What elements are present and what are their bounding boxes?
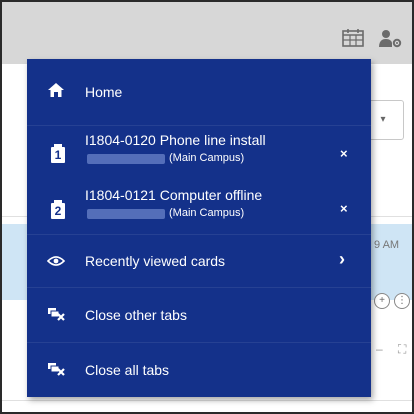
user-settings-icon[interactable] <box>378 29 402 54</box>
chevron-right-icon: › <box>339 249 345 269</box>
home-icon <box>47 82 65 103</box>
menu-item-tab-2[interactable]: 2 I1804-0121 Computer offline (Main Camp… <box>27 180 371 234</box>
expand-icon[interactable]: ⛶ <box>398 342 406 357</box>
top-bar <box>2 2 412 64</box>
tab-2-campus: (Main Campus) <box>169 207 245 219</box>
trash-circle-icon[interactable]: ⋮ <box>394 293 410 309</box>
menu-item-close-all-tabs[interactable]: Close all tabs <box>27 343 371 397</box>
menu-item-home[interactable]: Home <box>27 59 371 125</box>
background-divider-bottom <box>2 400 412 401</box>
menu-item-recently-viewed-label: Recently viewed cards <box>85 253 226 269</box>
menu-item-close-other-tabs[interactable]: Close other tabs <box>27 288 371 342</box>
menu-item-home-label: Home <box>85 84 123 100</box>
add-circle-icon[interactable]: + <box>374 293 390 309</box>
menu-item-recently-viewed[interactable]: Recently viewed cards › <box>27 235 371 287</box>
close-tabs-icon <box>47 306 65 327</box>
menu-item-close-all-label: Close all tabs <box>85 362 170 378</box>
tab-1-campus: (Main Campus) <box>169 152 245 164</box>
calendar-grid-icon[interactable] <box>342 29 364 52</box>
card-number-icon: 1 <box>51 144 65 163</box>
tab-2-title: I1804-0121 Computer offline <box>85 187 263 203</box>
tab-1-title: I1804-0120 Phone line install <box>85 132 266 148</box>
eye-icon <box>46 254 66 272</box>
dash-icon: – <box>376 342 383 356</box>
redacted-text <box>87 209 165 219</box>
app-frame: ▾ 9 AM + ⋮ ⛶ – Home 1 I1804-0120 Phone l… <box>0 0 414 414</box>
close-tabs-icon <box>47 361 65 382</box>
background-time: 9 AM <box>374 239 400 251</box>
close-icon[interactable]: × <box>340 201 348 216</box>
close-icon[interactable]: × <box>340 146 348 161</box>
card-number-icon: 2 <box>51 200 65 219</box>
select-caret: ▾ <box>380 114 386 125</box>
redacted-text <box>87 154 165 164</box>
menu-item-close-other-label: Close other tabs <box>85 307 187 323</box>
tabs-menu: Home 1 I1804-0120 Phone line install (Ma… <box>27 59 371 397</box>
menu-item-tab-1[interactable]: 1 I1804-0120 Phone line install (Main Ca… <box>27 126 371 180</box>
